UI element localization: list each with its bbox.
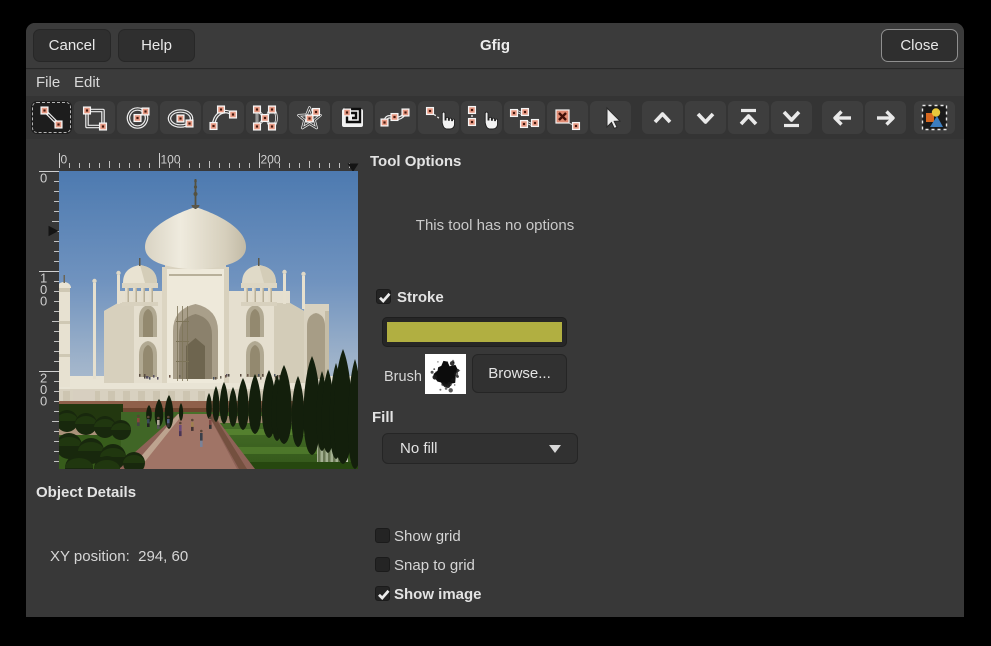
svg-text:0: 0 [40,171,47,186]
svg-text:200: 200 [261,153,281,167]
svg-text:100: 100 [161,153,181,167]
svg-text:0: 0 [40,394,47,409]
svg-text:0: 0 [61,153,68,167]
svg-text:0: 0 [40,294,47,309]
